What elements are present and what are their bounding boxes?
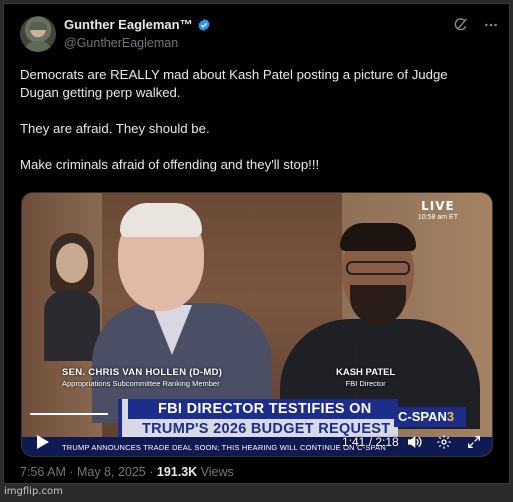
director-figure: [280, 223, 480, 429]
tweet-line-3: Make criminals afraid of offending and t…: [20, 157, 320, 172]
senator-title: Appropriations Subcommittee Ranking Memb…: [62, 379, 220, 388]
views-label: Views: [197, 465, 234, 479]
fullscreen-icon[interactable]: [466, 434, 482, 450]
volume-icon[interactable]: [406, 434, 422, 450]
network-logo: C-SPAN3: [394, 407, 466, 427]
author-handle[interactable]: @GuntherEagleman: [64, 36, 178, 50]
views-count: 191.3K: [156, 465, 198, 479]
live-label: LIVE: [421, 199, 455, 213]
verified-badge-icon: [198, 18, 210, 31]
grok-icon[interactable]: [453, 17, 469, 33]
tweet-text: Democrats are REALLY mad about Kash Pate…: [20, 66, 490, 192]
more-icon[interactable]: [483, 17, 499, 33]
live-time: 10:58 am ET: [417, 214, 458, 221]
tweet-line-1: Democrats are REALLY mad about Kash Pate…: [20, 67, 448, 100]
avatar-shirt: [24, 41, 52, 52]
author-display-name[interactable]: Gunther Eagleman™: [64, 17, 193, 32]
avatar-hat: [29, 22, 47, 30]
video-controls: 1:41 / 2:18: [22, 429, 492, 456]
imgflip-watermark: imgflip.com: [4, 486, 63, 497]
settings-icon[interactable]: [436, 434, 452, 450]
video-progress-bar[interactable]: [30, 413, 108, 415]
author-name-row: Gunther Eagleman™: [64, 17, 211, 32]
video-time: 1:41 / 2:18: [342, 435, 399, 449]
tweet-line-2: They are afraid. They should be.: [20, 121, 210, 136]
director-caption: KASH PATEL FBI Director: [336, 367, 395, 388]
director-title: FBI Director: [345, 379, 386, 388]
director-name: KASH PATEL: [336, 367, 396, 378]
tweet-meta: 7:56 AM · May 8, 2025 · 191.3K Views: [20, 465, 234, 479]
tweet-actions-top: [453, 17, 499, 33]
network-number: 3: [446, 409, 455, 424]
live-indicator: LIVE 10:58 am ET: [418, 199, 458, 221]
tweet-timestamp[interactable]: 7:56 AM · May 8, 2025 ·: [20, 465, 157, 479]
video-player[interactable]: LIVE 10:58 am ET SEN. CHRIS VAN HOLLEN (…: [21, 192, 493, 457]
banner-line-1: FBI DIRECTOR TESTIFIES ON: [128, 399, 398, 419]
network-name: C-SPAN: [398, 409, 447, 424]
senator-caption: SEN. CHRIS VAN HOLLEN (D-MD) Appropriati…: [62, 367, 222, 388]
play-icon[interactable]: [36, 434, 50, 450]
avatar[interactable]: [20, 16, 56, 52]
senator-name: SEN. CHRIS VAN HOLLEN (D-MD): [62, 367, 223, 378]
tweet-card: Gunther Eagleman™ @GuntherEagleman Democ…: [3, 3, 510, 484]
